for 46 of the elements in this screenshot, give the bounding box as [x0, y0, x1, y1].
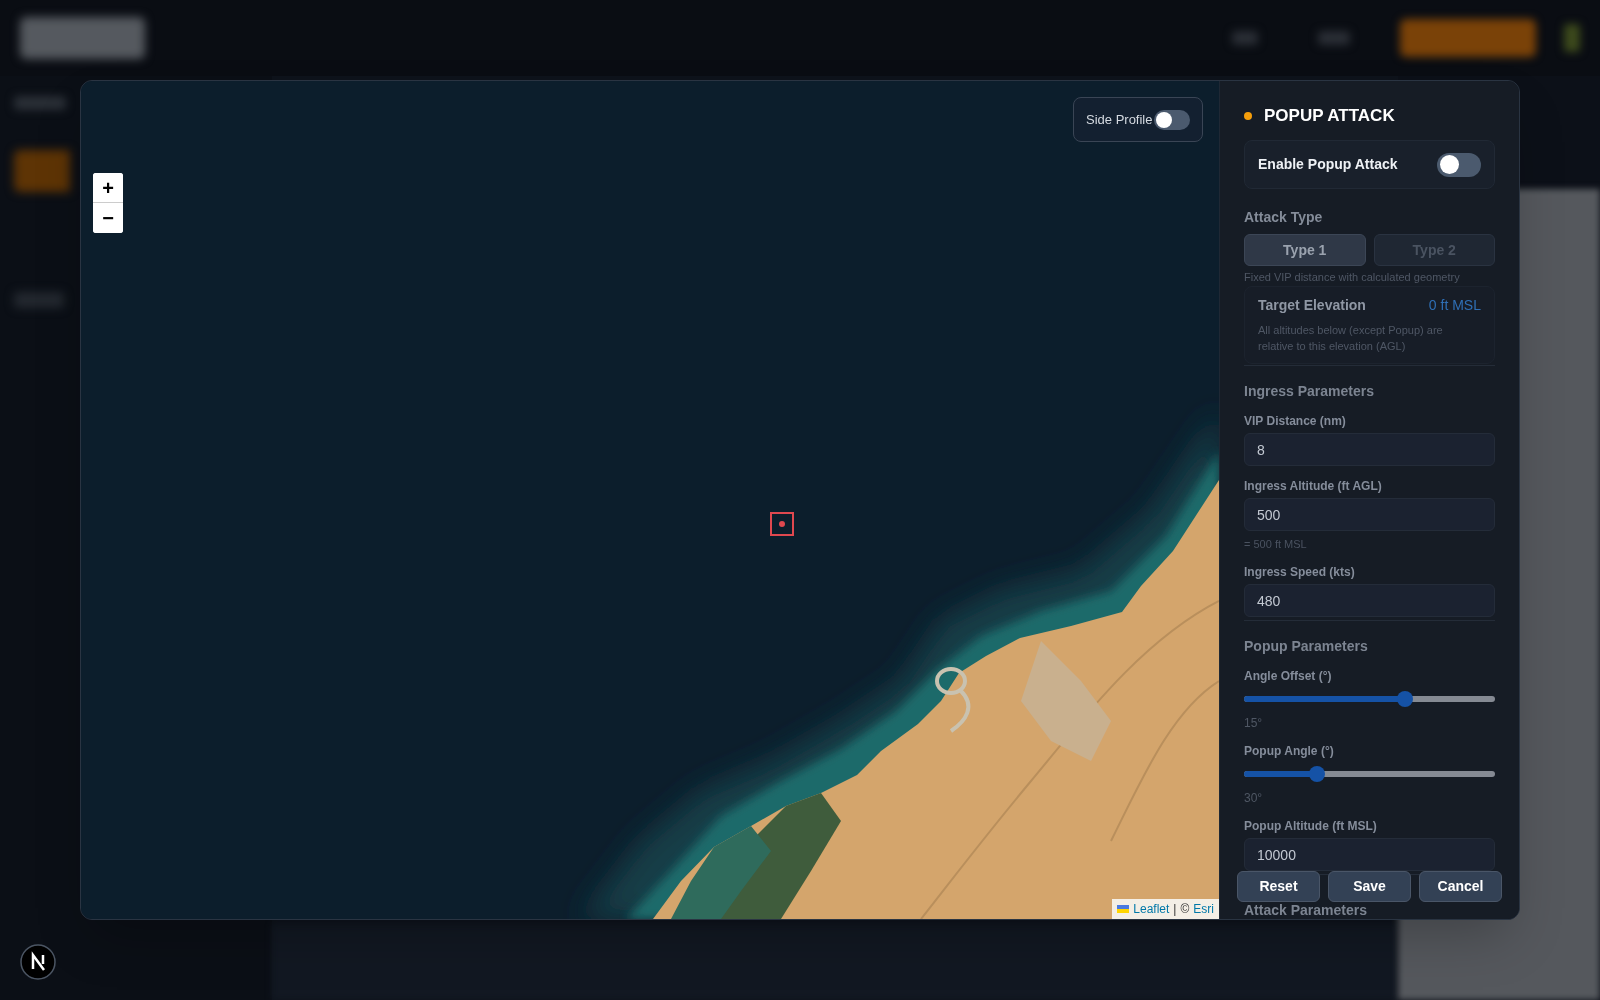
blurred-block	[1564, 24, 1580, 52]
section-title: Attack Type	[1244, 208, 1324, 227]
field-label: Ingress Speed (kts)	[1244, 564, 1356, 580]
target-marker-icon	[770, 512, 794, 536]
flag-icon	[1117, 905, 1130, 913]
toggle-label: Side Profile	[1086, 110, 1153, 129]
panel-title: POPUP ATTACK	[1264, 105, 1395, 127]
field-label: Angle Offset (°)	[1244, 668, 1333, 684]
section-title: Popup Parameters	[1244, 637, 1369, 656]
section-title: Ingress Parameters	[1244, 382, 1375, 401]
description-text: Fixed VIP distance with calculated geometry	[1244, 270, 1461, 285]
blurred-block	[14, 150, 70, 192]
blurred-block	[14, 96, 66, 110]
slider[interactable]	[1244, 691, 1495, 707]
number-input[interactable]: 8	[1244, 433, 1495, 466]
attribution-link[interactable]: Esri	[1193, 901, 1214, 917]
slider[interactable]	[1244, 766, 1495, 782]
slider-value: 15°	[1244, 715, 1264, 731]
footer-button[interactable]: Reset	[1237, 871, 1320, 902]
toggle-switch[interactable]	[1437, 152, 1481, 177]
copyright-text: ©	[1180, 901, 1190, 917]
number-input[interactable]: 500	[1244, 498, 1495, 531]
toggle-label: Enable Popup Attack	[1258, 155, 1398, 174]
toggle-switch[interactable]	[1154, 109, 1190, 130]
footer-button[interactable]: Cancel	[1419, 871, 1502, 902]
field-label: VIP Distance (nm)	[1244, 413, 1347, 429]
section-title: Attack Parameters	[1244, 902, 1368, 918]
attack-type-tab[interactable]: Type 1	[1244, 234, 1366, 266]
round-logo-icon	[20, 944, 56, 980]
zoom-in-button[interactable]: +	[93, 173, 123, 203]
field-label: Popup Altitude (ft MSL)	[1244, 818, 1378, 834]
field-label: Popup Angle (°)	[1244, 743, 1335, 759]
slider-thumb[interactable]	[1396, 691, 1413, 707]
slider-thumb[interactable]	[1308, 766, 1325, 782]
number-input[interactable]: 480	[1244, 584, 1495, 617]
separator-text: |	[1173, 901, 1177, 917]
status-dot-icon	[1244, 112, 1252, 120]
blurred-block	[1318, 31, 1350, 45]
elevation-value: 0 ft MSL	[1428, 296, 1481, 315]
blurred-block	[1232, 31, 1258, 45]
attribution-link[interactable]: Leaflet	[1133, 901, 1170, 917]
field-label: Ingress Altitude (ft AGL)	[1244, 478, 1383, 494]
footer-button[interactable]: Save	[1328, 871, 1411, 902]
field-label: Target Elevation	[1258, 296, 1366, 315]
slider-value: 30°	[1244, 790, 1264, 806]
number-input[interactable]: 10000	[1244, 838, 1495, 871]
